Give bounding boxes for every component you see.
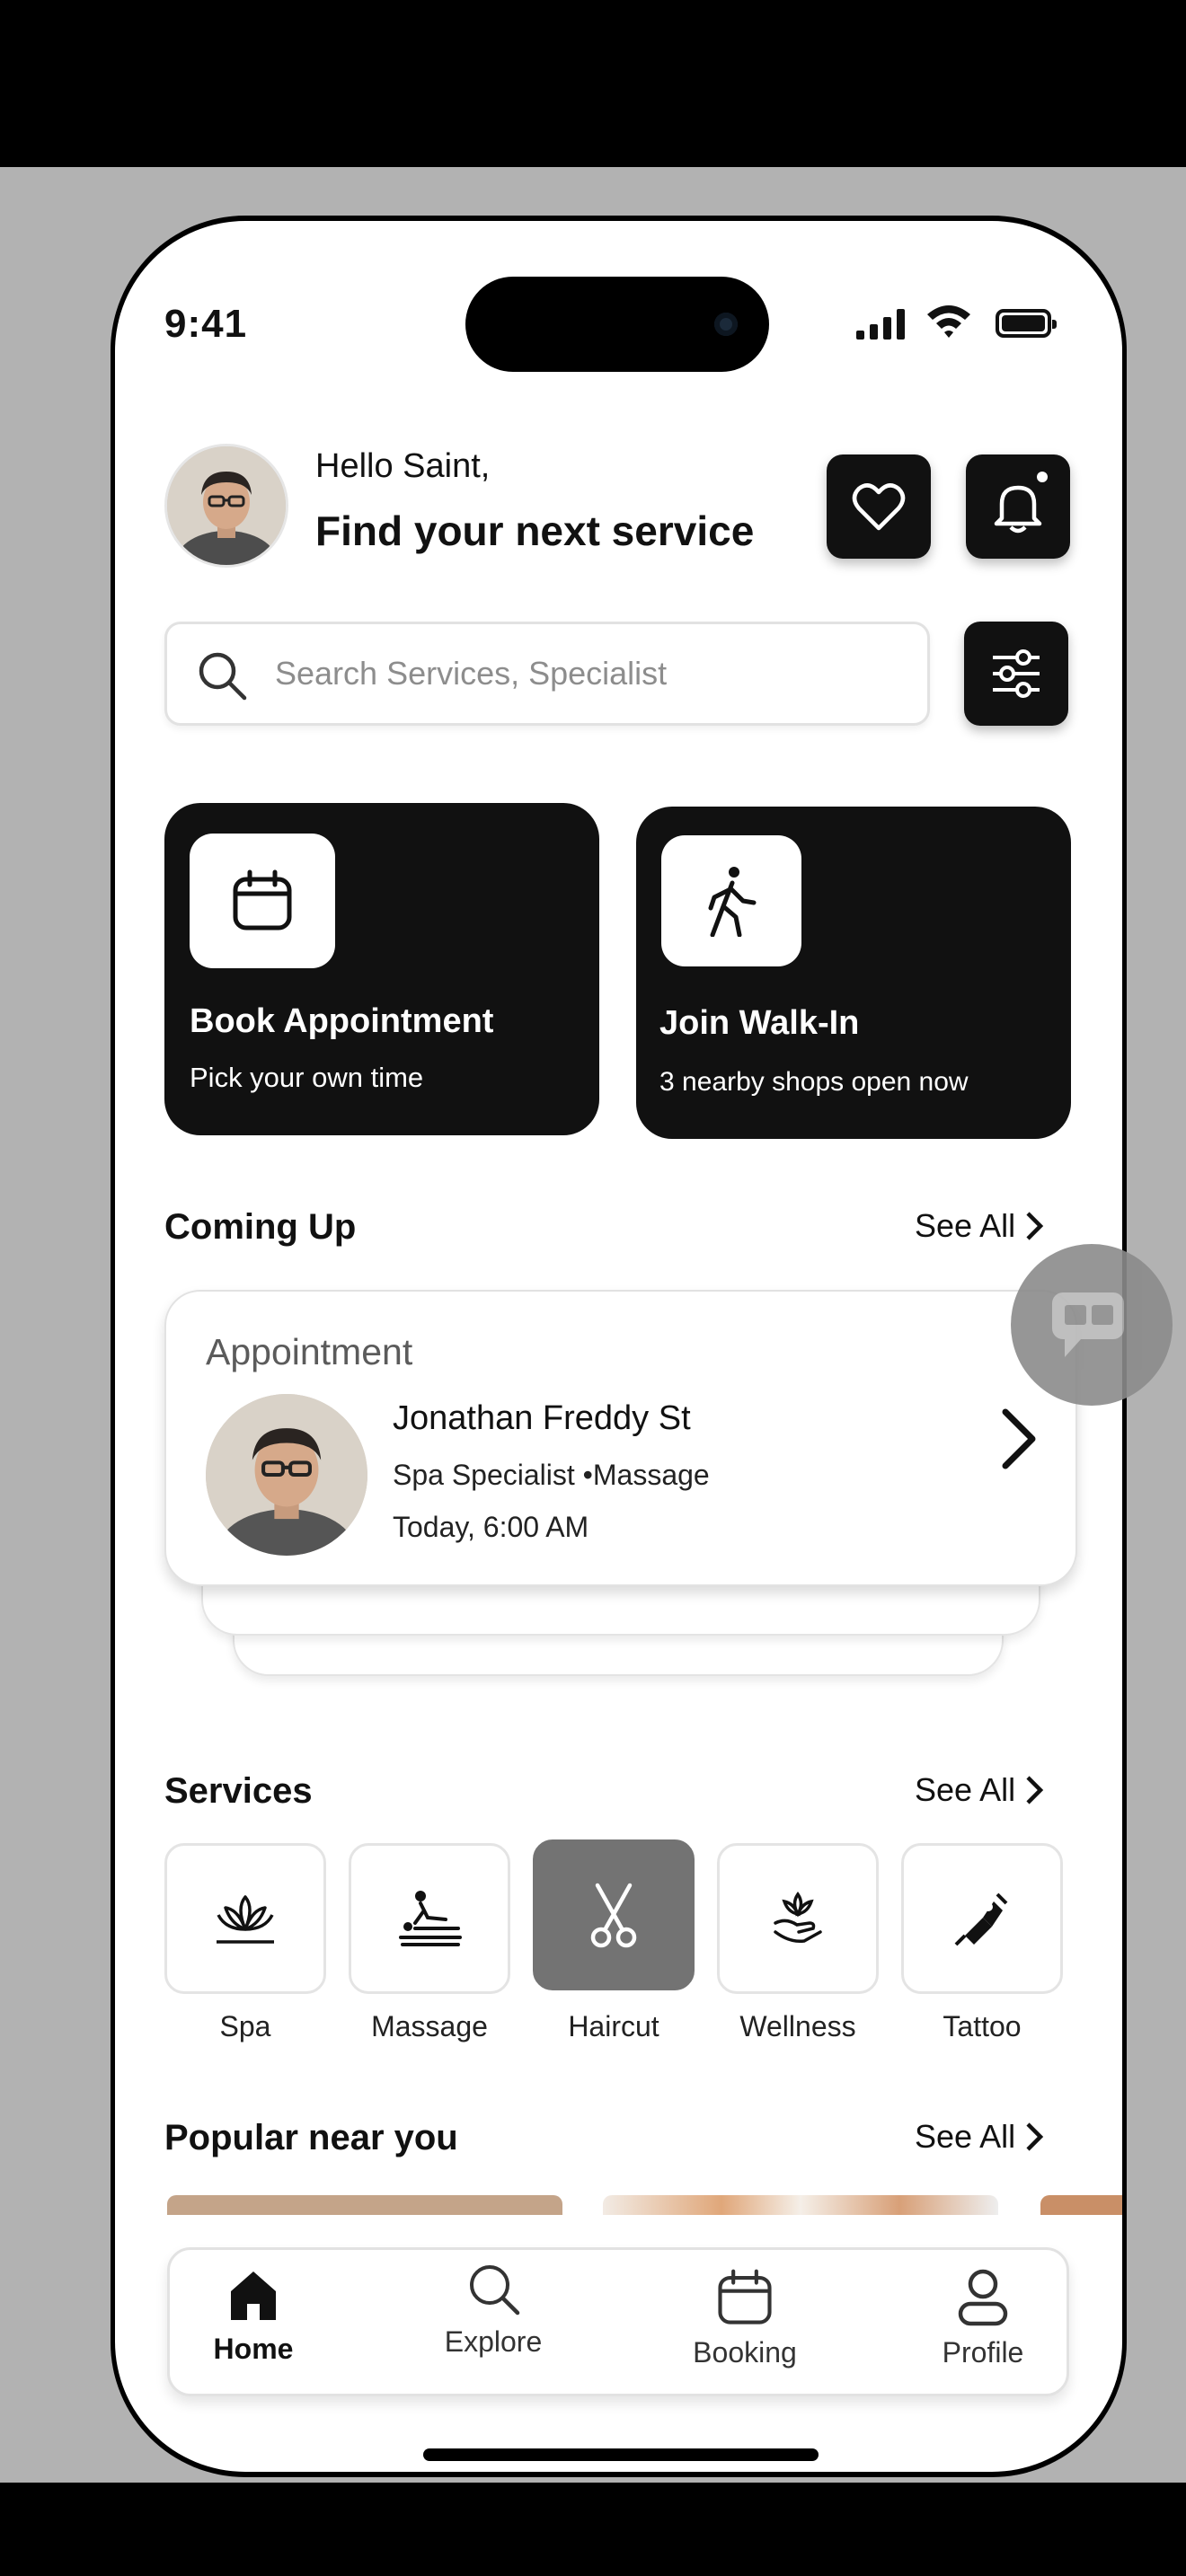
book-appointment-subtitle: Pick your own time: [190, 1062, 424, 1093]
dynamic-island: [465, 277, 769, 372]
chevron-right-icon: [1026, 2122, 1044, 2151]
phone-screen: 9:41 Hello Saint, Find your next service: [115, 221, 1122, 2472]
popular-see-all[interactable]: See All: [915, 2118, 1044, 2156]
service-wellness[interactable]: [717, 1843, 879, 1994]
tab-label-profile: Profile: [942, 2336, 1024, 2369]
chevron-right-icon: [1026, 1776, 1044, 1804]
camera-icon: [714, 313, 738, 336]
heart-icon: [852, 483, 906, 531]
search-input[interactable]: Search Services, Specialist: [164, 622, 930, 726]
service-label-tattoo: Tattoo: [943, 2010, 1022, 2042]
service-haircut[interactable]: [533, 1839, 695, 1990]
search-placeholder: Search Services, Specialist: [275, 655, 668, 692]
appointment-label: Appointment: [206, 1331, 413, 1372]
join-walk-in-title: Join Walk-In: [659, 1004, 860, 1042]
popular-title: Popular near you: [164, 2118, 458, 2157]
chat-fab[interactable]: [1011, 1244, 1173, 1406]
greeting-text: Hello Saint,: [315, 447, 491, 485]
page-title: Find your next service: [315, 507, 755, 554]
service-massage[interactable]: [349, 1843, 510, 1994]
lotus-icon: [217, 1895, 274, 1944]
popular-shop-image[interactable]: [167, 2195, 562, 2215]
chevron-right-icon: [1026, 1212, 1044, 1240]
notifications-button[interactable]: [966, 454, 1070, 559]
see-all-label: See All: [915, 2118, 1016, 2155]
user-avatar[interactable]: [164, 444, 288, 568]
walking-person-icon: [708, 867, 757, 937]
popular-shop-image[interactable]: [603, 2195, 998, 2215]
specialist-name: Jonathan Freddy St: [393, 1399, 691, 1437]
search-icon: [199, 652, 247, 701]
notification-dot: [1034, 469, 1050, 485]
calendar-icon: [233, 869, 292, 931]
join-walk-in-card[interactable]: Join Walk-In 3 nearby shops open now: [636, 807, 1071, 1139]
walking-icon-tile: [661, 835, 801, 966]
battery-icon: [996, 309, 1057, 338]
wellness-hand-icon: [774, 1891, 822, 1944]
tab-label-booking: Booking: [693, 2336, 797, 2369]
status-time: 9:41: [164, 302, 248, 346]
profile-icon: [958, 2269, 1008, 2326]
tab-profile[interactable]: Profile: [902, 2268, 1064, 2369]
chevron-right-icon[interactable]: [998, 1407, 1040, 1471]
wifi-icon: [927, 305, 970, 338]
appointment-time: Today, 6:00 AM: [393, 1511, 589, 1543]
calendar-icon: [718, 2269, 772, 2325]
home-icon: [231, 2272, 276, 2320]
service-label-spa: Spa: [219, 2010, 271, 2042]
popular-shop-image[interactable]: [1040, 2195, 1122, 2215]
tab-booking[interactable]: Booking: [664, 2268, 826, 2369]
see-all-label: See All: [915, 1771, 1016, 1808]
signal-icon: [856, 309, 907, 340]
book-appointment-card[interactable]: Book Appointment Pick your own time: [164, 803, 599, 1135]
search-icon: [470, 2265, 520, 2316]
book-appointment-title: Book Appointment: [190, 1002, 494, 1040]
filter-button[interactable]: [964, 622, 1068, 726]
chat-bubble-icon: [1052, 1292, 1124, 1357]
tab-label-home: Home: [213, 2333, 294, 2365]
massage-icon: [399, 1891, 462, 1946]
specialist-avatar: [206, 1394, 367, 1556]
bell-icon: [994, 485, 1042, 534]
services-see-all[interactable]: See All: [915, 1771, 1044, 1809]
specialist-detail: Spa Specialist •Massage: [393, 1459, 710, 1491]
tab-label-explore: Explore: [444, 2325, 543, 2358]
see-all-label: See All: [915, 1207, 1016, 1244]
bottom-tab-bar: Home Explore Booking Profile: [167, 2247, 1069, 2396]
service-label-wellness: Wellness: [739, 2010, 856, 2042]
appointment-card[interactable]: Appointment Jonathan Freddy St Spa Speci…: [164, 1290, 1077, 1586]
scissors-icon: [590, 1883, 637, 1948]
service-label-haircut: Haircut: [568, 2010, 659, 2042]
sliders-icon: [993, 649, 1040, 698]
tattoo-machine-icon: [954, 1892, 1008, 1946]
tab-explore[interactable]: Explore: [412, 2261, 574, 2359]
tab-home[interactable]: Home: [173, 2268, 334, 2366]
service-tattoo[interactable]: [901, 1843, 1063, 1994]
services-title: Services: [164, 1771, 313, 1811]
service-spa[interactable]: [164, 1843, 326, 1994]
service-label-massage: Massage: [371, 2010, 488, 2042]
home-indicator: [423, 2448, 819, 2461]
coming-up-see-all[interactable]: See All: [915, 1207, 1044, 1245]
coming-up-title: Coming Up: [164, 1207, 357, 1247]
join-walk-in-subtitle: 3 nearby shops open now: [659, 1067, 969, 1097]
calendar-icon-tile: [190, 834, 335, 968]
favorites-button[interactable]: [827, 454, 931, 559]
